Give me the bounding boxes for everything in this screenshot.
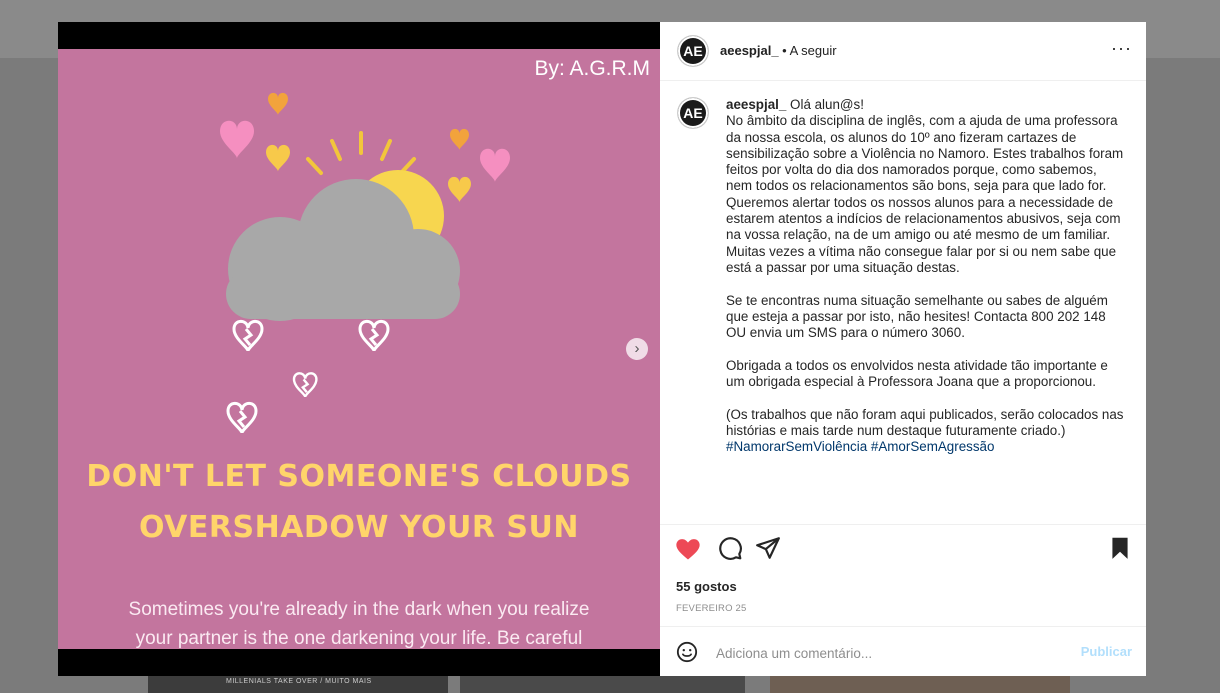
heart-icon	[676, 539, 700, 560]
like-button[interactable]	[674, 535, 702, 563]
chevron-right-icon: ›	[634, 340, 640, 357]
post-modal: By: A.G.R.M DON'T LET SOMEONE'S CLOUDS O…	[58, 22, 1146, 676]
caption-hashtags[interactable]: #NamorarSemViolência #AmorSemAgressão	[726, 439, 994, 454]
caption-avatar[interactable]: AE	[678, 98, 708, 128]
caption-username[interactable]: aeespjal_	[726, 97, 786, 112]
post-date: FEVEREIRO 25	[676, 603, 747, 614]
post-header: AE aeespjal_ • A seguir ···	[660, 22, 1146, 81]
comment-bubble-icon	[719, 537, 742, 560]
like-count[interactable]: 55 gostos	[676, 579, 737, 594]
caption-text: Olá alun@s! No âmbito da disciplina de i…	[726, 97, 1124, 438]
post-media: By: A.G.R.M DON'T LET SOMEONE'S CLOUDS O…	[58, 22, 660, 676]
comment-input[interactable]	[714, 639, 1048, 667]
post-sidebar: AE aeespjal_ • A seguir ··· AE aeespjal_…	[660, 22, 1146, 676]
poster-image: By: A.G.R.M DON'T LET SOMEONE'S CLOUDS O…	[58, 49, 660, 649]
background-thumb-label: MILLENIALS TAKE OVER / MUITO MAIS	[226, 678, 372, 685]
poster-subtitle: Sometimes you're already in the dark whe…	[128, 599, 590, 620]
poster-byline: By: A.G.R.M	[534, 57, 650, 80]
more-options-button[interactable]: ···	[1111, 38, 1132, 59]
save-button[interactable]	[1106, 535, 1134, 563]
following-label[interactable]: • A seguir	[782, 43, 836, 58]
paper-plane-icon	[756, 537, 780, 559]
avatar[interactable]: AE	[678, 36, 708, 66]
broken-heart-icon	[226, 319, 390, 434]
poster-headline: DON'T LET SOMEONE'S CLOUDS	[86, 459, 632, 494]
next-slide-button[interactable]: ›	[626, 338, 648, 360]
emoji-button[interactable]	[676, 641, 698, 663]
comment-button[interactable]	[716, 535, 744, 563]
share-button[interactable]	[754, 535, 782, 563]
post-caption: aeespjal_ Olá alun@s! No âmbito da disci…	[726, 97, 1124, 456]
post-author: aeespjal_ • A seguir	[720, 43, 837, 58]
poster-headline: OVERSHADOW YOUR SUN	[138, 510, 580, 545]
username-link[interactable]: aeespjal_	[720, 43, 779, 58]
poster-illustration	[220, 92, 510, 434]
publish-button[interactable]: Publicar	[1081, 644, 1132, 659]
comment-bar: Publicar	[660, 626, 1146, 677]
bookmark-icon	[1112, 537, 1128, 559]
smiley-icon	[676, 641, 698, 663]
poster-subtitle: your partner is the one darkening your l…	[135, 628, 583, 649]
